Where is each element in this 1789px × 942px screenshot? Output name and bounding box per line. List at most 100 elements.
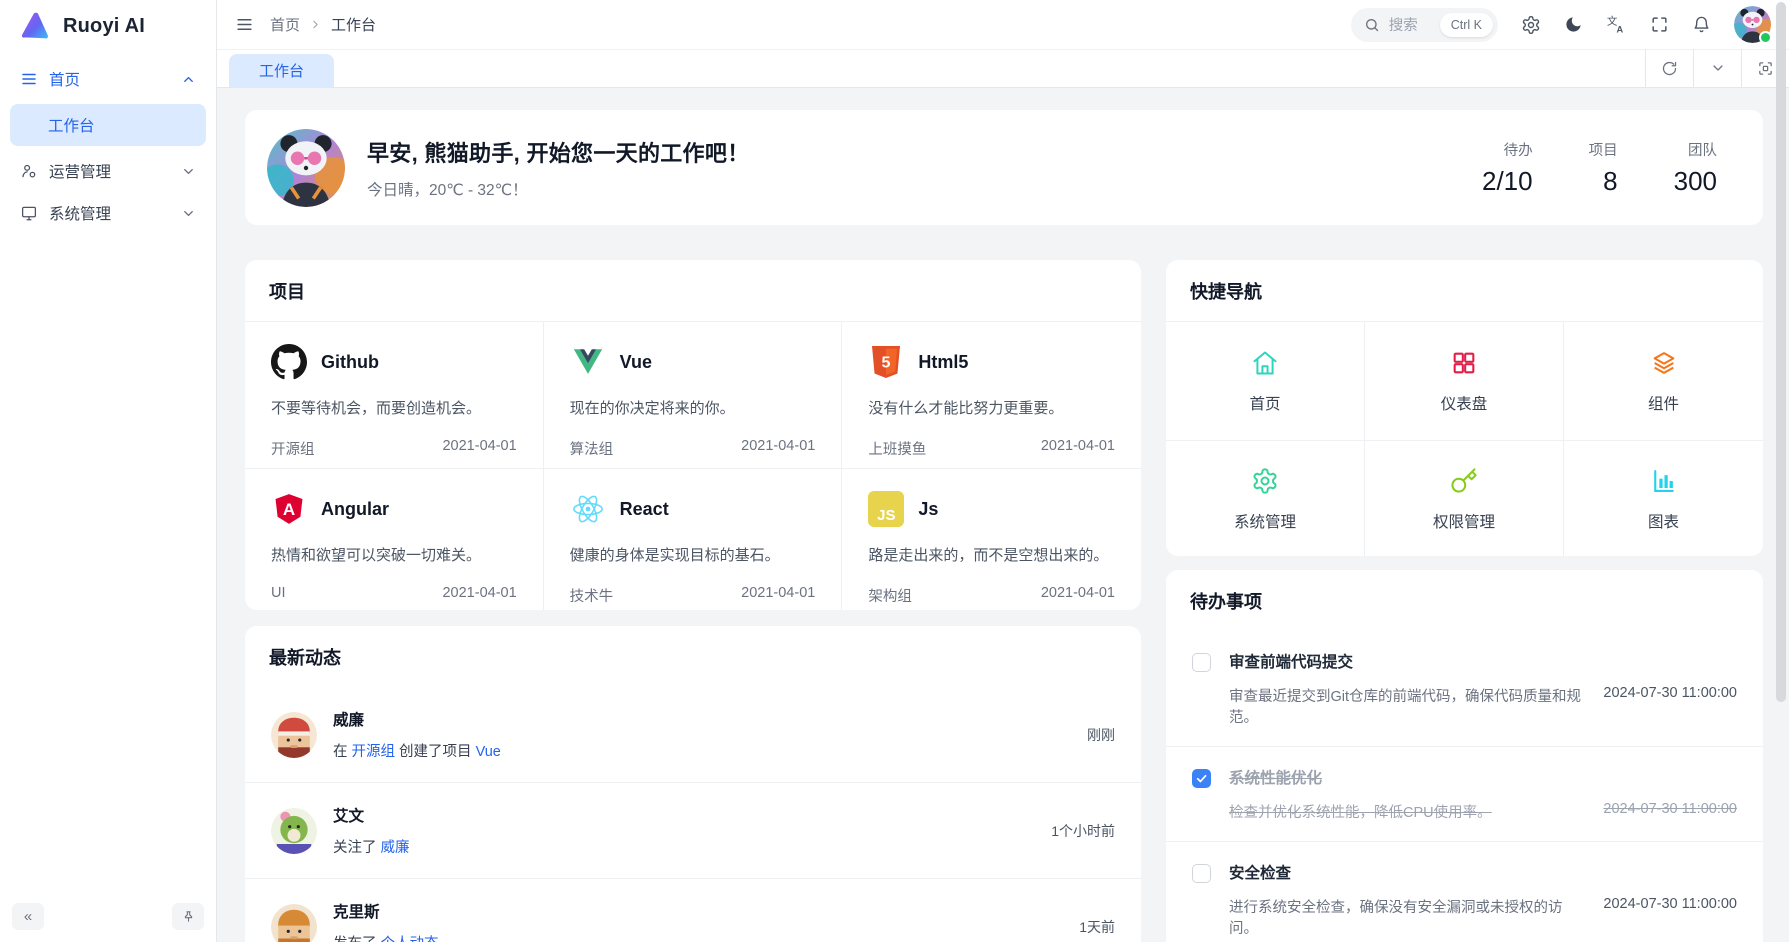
sidebar-item-operations[interactable]: 运营管理 [10,150,206,192]
sidebar: Ruoyi AI 首页 工作台 运营管理 [0,0,217,942]
activity-link[interactable]: 个人动态 [381,936,439,942]
project-card-angular[interactable]: A Angular 热情和欲望可以突破一切难关。 UI 2021-04-01 [245,468,544,610]
dashboard-icon [1450,349,1478,377]
todo-checkbox-checked[interactable] [1192,769,1211,788]
project-group: 技术牛 [570,585,614,606]
todo-date: 2024-07-30 11:00:00 [1603,801,1737,822]
panel-title: 待办事项 [1166,570,1763,631]
search-icon [1364,17,1380,33]
activity-body: 克里斯 发布了 个人动态 [333,900,439,942]
stat-team: 团队 300 [1674,139,1717,197]
collapse-sidebar-button[interactable]: « [12,903,44,930]
quicknav-charts[interactable]: 图表 [1564,440,1763,556]
quicknav-dashboard[interactable]: 仪表盘 [1365,322,1564,440]
project-name: React [620,499,669,520]
search-input[interactable]: 搜索 Ctrl K [1351,8,1498,42]
bell-icon[interactable] [1692,15,1711,34]
search-shortcut-badge: Ctrl K [1440,13,1493,37]
sidebar-item-home[interactable]: 首页 [10,58,206,100]
quicknav-permissions[interactable]: 权限管理 [1365,440,1564,556]
app-title: Ruoyi AI [63,15,145,38]
fullscreen-icon[interactable] [1650,15,1669,34]
chevron-down-icon [181,164,196,179]
topbar-actions: 搜索 Ctrl K 文A [1351,6,1771,43]
tab-workbench[interactable]: 工作台 [229,54,334,87]
angular-icon: A [271,491,307,527]
collapse-icon: « [24,908,32,925]
activity-link[interactable]: Vue [476,744,501,760]
breadcrumb-current: 工作台 [331,14,376,35]
stat-projects: 项目 8 [1589,139,1618,197]
project-group: 算法组 [570,438,614,459]
todo-desc: 审查最近提交到Git仓库的前端代码，确保代码质量和规范。 [1229,685,1583,727]
project-card-react[interactable]: React 健康的身体是实现目标的基石。 技术牛 2021-04-01 [544,468,843,610]
layers-icon [1650,349,1678,377]
stat-label: 项目 [1589,139,1618,160]
stat-value: 300 [1674,166,1717,197]
quicknav-panel: 快捷导航 首页 [1166,260,1763,556]
breadcrumb: 首页 工作台 [270,14,376,35]
quicknav-home[interactable]: 首页 [1166,322,1365,440]
project-card-vue[interactable]: Vue 现在的你决定将来的你。 算法组 2021-04-01 [544,322,843,468]
js-icon: JS [868,491,904,527]
activity-item: 威廉 在 开源组 创建了项目 Vue 刚刚 [245,687,1141,782]
project-group: UI [271,585,286,601]
project-date: 2021-04-01 [1041,438,1115,459]
key-icon [1450,467,1478,495]
sidebar-item-label: 工作台 [48,114,95,136]
sidebar-item-label: 运营管理 [49,160,111,182]
refresh-icon[interactable] [1645,49,1693,87]
quicknav-label: 权限管理 [1433,510,1495,532]
activity-text-part: 发布了 [333,936,381,942]
todo-body: 安全检查 进行系统安全检查，确保没有安全漏洞或未授权的访问。 2024-07-3… [1229,861,1737,938]
page-scrollbar[interactable] [1776,2,1786,940]
moon-icon[interactable] [1564,15,1583,34]
activity-user: 威廉 [333,708,501,730]
todo-date: 2024-07-30 11:00:00 [1603,896,1737,938]
sidebar-item-label: 系统管理 [49,202,111,224]
activity-link[interactable]: 开源组 [352,744,396,760]
scrollbar-thumb[interactable] [1776,2,1786,702]
project-desc: 现在的你决定将来的你。 [570,397,816,418]
github-icon [271,344,307,380]
activity-item: 克里斯 发布了 个人动态 1天前 [245,878,1141,942]
chevron-up-icon [181,72,196,87]
svg-text:5: 5 [882,354,891,371]
todo-checkbox[interactable] [1192,653,1211,672]
avatar [271,712,317,758]
user-avatar[interactable] [1734,6,1771,43]
translate-icon[interactable]: 文A [1606,14,1627,35]
panel-title: 快捷导航 [1166,260,1763,322]
app-root: Ruoyi AI 首页 工作台 运营管理 [0,0,1789,942]
panda-avatar-image [267,129,345,207]
project-date: 2021-04-01 [1041,585,1115,606]
project-name: Angular [321,499,389,520]
app-logo[interactable]: Ruoyi AI [0,0,216,52]
project-date: 2021-04-01 [741,585,815,606]
project-card-js[interactable]: JS Js 路是走出来的，而不是空想出来的。 架构组 2021-04-01 [842,468,1141,610]
activity-user: 克里斯 [333,900,439,922]
todo-checkbox[interactable] [1192,864,1211,883]
sidebar-item-workbench[interactable]: 工作台 [10,104,206,146]
chevron-down-icon[interactable] [1693,49,1741,87]
user-settings-icon [20,162,38,180]
page-content: 早安, 熊猫助手, 开始您一天的工作吧！ 今日晴，20℃ - 32℃！ 待办 2… [217,88,1789,942]
avatar [271,808,317,854]
project-card-html5[interactable]: 5 Html5 没有什么才能比努力更重要。 上班摸鱼 2021-04-01 [842,322,1141,468]
project-card-github[interactable]: Github 不要等待机会，而要创造机会。 开源组 2021-04-01 [245,322,544,468]
quicknav-grid: 首页 仪表盘 [1166,322,1763,556]
activity-user: 艾文 [333,804,410,826]
project-name: Github [321,352,379,373]
check-icon [1195,772,1208,785]
bar-chart-icon [1650,467,1678,495]
activity-link[interactable]: 威廉 [381,840,410,856]
quicknav-components[interactable]: 组件 [1564,322,1763,440]
toggle-sidebar-icon[interactable] [235,15,254,34]
sidebar-item-system[interactable]: 系统管理 [10,192,206,234]
todo-title: 系统性能优化 [1229,766,1737,788]
weather-subtitle: 今日晴，20℃ - 32℃！ [367,178,749,200]
pin-sidebar-button[interactable] [172,903,204,930]
settings-icon[interactable] [1521,15,1541,35]
quicknav-system[interactable]: 系统管理 [1166,440,1365,556]
breadcrumb-home[interactable]: 首页 [270,14,300,35]
